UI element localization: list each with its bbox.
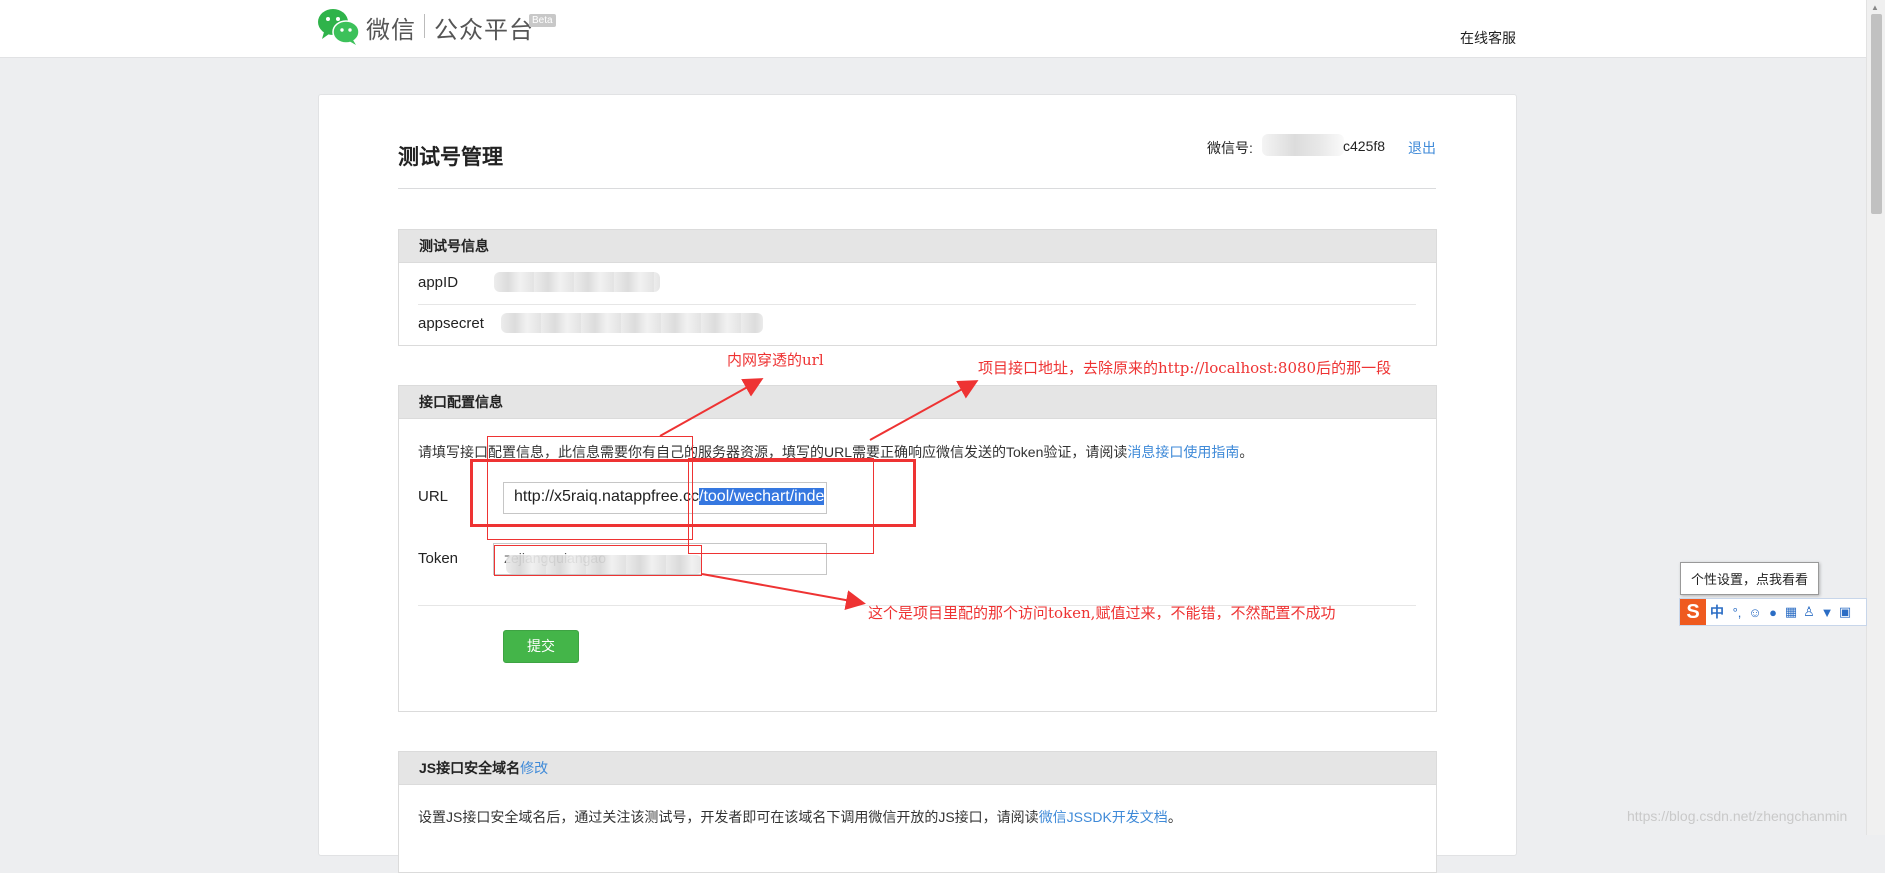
keyboard-icon[interactable]: ▦	[1782, 604, 1800, 620]
annotation-token: 这个是项目里配的那个访问token,赋值过来，不能错，不然配置不成功	[868, 604, 1336, 622]
annotation-arrows	[659, 378, 979, 610]
arrow-to-token-note	[701, 573, 866, 610]
scroll-thumb[interactable]	[1871, 14, 1882, 214]
page-scrollbar[interactable]: ▲	[1866, 0, 1885, 835]
user-icon[interactable]: ♙	[1800, 604, 1818, 620]
arrow-to-tunnel-note	[659, 378, 764, 437]
voice-icon[interactable]: ●	[1764, 605, 1782, 620]
arrow-to-project-note	[869, 380, 979, 441]
scroll-up-arrow-icon[interactable]: ▲	[1871, 3, 1879, 12]
ime-mode-toggle[interactable]: 中	[1706, 602, 1728, 622]
ime-toolbar[interactable]: S 中 °, ☺ ● ▦ ♙ ▼ ▣	[1679, 598, 1867, 626]
ime-tooltip: 个性设置，点我看看	[1680, 562, 1820, 595]
toolbox-icon[interactable]: ▣	[1836, 604, 1854, 620]
emoji-icon[interactable]: ☺	[1746, 605, 1764, 620]
skin-icon[interactable]: ▼	[1818, 605, 1836, 620]
sogou-logo-icon[interactable]: S	[1680, 599, 1706, 625]
annotation-project-path: 项目接口地址，去除原来的http://localhost:8080后的那一段	[978, 359, 1392, 377]
annotation-tunnel-url: 内网穿透的url	[727, 351, 824, 369]
watermark: https://blog.csdn.net/zhengchanmin	[1627, 808, 1848, 824]
punctuation-icon[interactable]: °,	[1728, 605, 1746, 620]
